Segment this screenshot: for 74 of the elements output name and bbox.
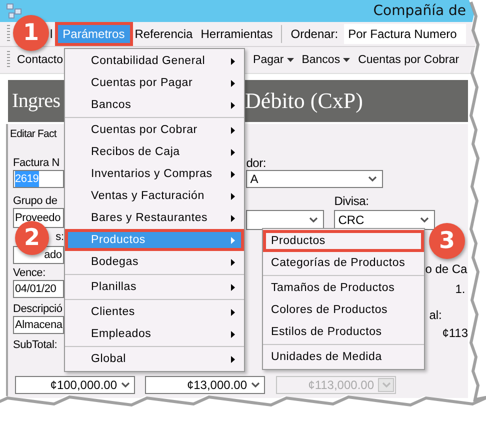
menu-item[interactable]: Tamaños de Productos [263,277,424,299]
menu-item[interactable]: Inventarios y Compras [65,163,244,185]
menu-item[interactable]: Bancos [65,94,244,116]
field-label: s: [56,230,64,244]
toolbar-button[interactable]: Bancos [298,49,354,71]
menu-item[interactable]: Productos [263,230,424,252]
field-label: Grupo de [13,194,58,208]
field-label: Descripció [13,302,62,316]
menu-item[interactable]: Clientes [65,301,244,323]
caret-icon [286,58,294,62]
menu-item[interactable]: Bodegas [65,251,244,273]
toolbar-button[interactable]: Cuentas por Cobrar [354,49,464,71]
menu-item[interactable]: Empleados [65,323,244,345]
chevron-down-icon[interactable] [420,217,430,223]
submenu-arrow-icon [231,330,235,338]
amount-field[interactable]: ¢13,000.00 [145,376,265,394]
menu-item[interactable]: Categorías de Productos [263,252,424,274]
input-field[interactable]: 04/01/20 [13,280,64,298]
submenu-arrow-icon [231,214,235,222]
sort-label: Ordenar: [290,27,340,41]
submenu-arrow-icon [231,58,235,64]
submenu-arrow-icon [231,236,235,244]
banner-title: Ingres [12,90,60,112]
submenu-arrow-icon [231,126,235,134]
banner-title: Débito (CxP) [245,88,363,114]
toolbar-button[interactable]: Pagar [249,49,298,71]
field-label: dor: [246,156,266,170]
amount-field[interactable]: ¢100,000.00 [15,376,135,394]
form-text: o de Ca [425,262,468,276]
submenu-arrow-icon [231,284,235,290]
chevron-down-icon[interactable] [368,176,378,182]
menu-bar-item[interactable]: Referencia [130,24,197,44]
menu-item[interactable]: Bares y Restaurantes [65,207,244,229]
field-label: SubTotal: [13,338,58,352]
menu-item[interactable]: Planillas [65,276,244,298]
field-label: Factura N [13,156,60,170]
menu-item[interactable]: Global [65,348,244,370]
dropdown-field[interactable]: A [246,170,384,188]
field-label: Vence: [13,266,46,280]
menu-item[interactable]: Estilos de Productos [263,321,424,343]
grip-icon[interactable] [7,51,10,69]
form-text: al: [429,308,442,322]
dropdown-field[interactable] [246,210,324,230]
menu-item[interactable]: Colores de Productos [263,299,424,321]
input-field[interactable]: Almacena [13,316,64,334]
menu-item[interactable]: Unidades de Medida [263,346,424,368]
submenu-arrow-icon [231,80,235,86]
menu-bar-item[interactable]: Herramientas [196,24,277,44]
menu-item[interactable]: Contabilidad General [65,50,244,72]
sort-field[interactable]: Por Factura Numero [344,24,466,44]
submenu-arrow-icon [231,192,235,200]
dropdown-field[interactable]: CRC [334,210,436,230]
chevron-down-icon[interactable] [309,217,318,223]
grip-icon[interactable] [7,25,10,43]
window-title: Compañía de [373,3,466,19]
caret-icon [343,58,350,62]
chevron-down-icon[interactable] [251,382,260,388]
form-text: ¢113 [442,326,468,340]
chevron-down-icon[interactable] [121,382,130,388]
submenu-arrow-icon [231,258,235,266]
menu-item[interactable]: Recibos de Caja [65,141,244,163]
submenu-arrow-icon [231,356,235,362]
menu-bar-item[interactable]: l [46,24,57,44]
menu-item[interactable]: Ventas y Facturación [65,185,244,207]
tab-label[interactable]: Editar Fact [10,128,56,146]
menu-item[interactable]: Cuentas por Cobrar [65,119,244,141]
submenu-arrow-icon [231,148,235,156]
form-text: 1. [455,282,466,296]
submenu-arrow-icon [231,170,235,178]
submenu-arrow-icon [231,308,235,316]
submenu-arrow-icon [231,102,235,108]
toolbar-button[interactable]: Contacto [13,49,68,71]
menu-item[interactable]: Cuentas por Pagar [65,72,244,94]
field-label: Divisa: [334,194,369,208]
